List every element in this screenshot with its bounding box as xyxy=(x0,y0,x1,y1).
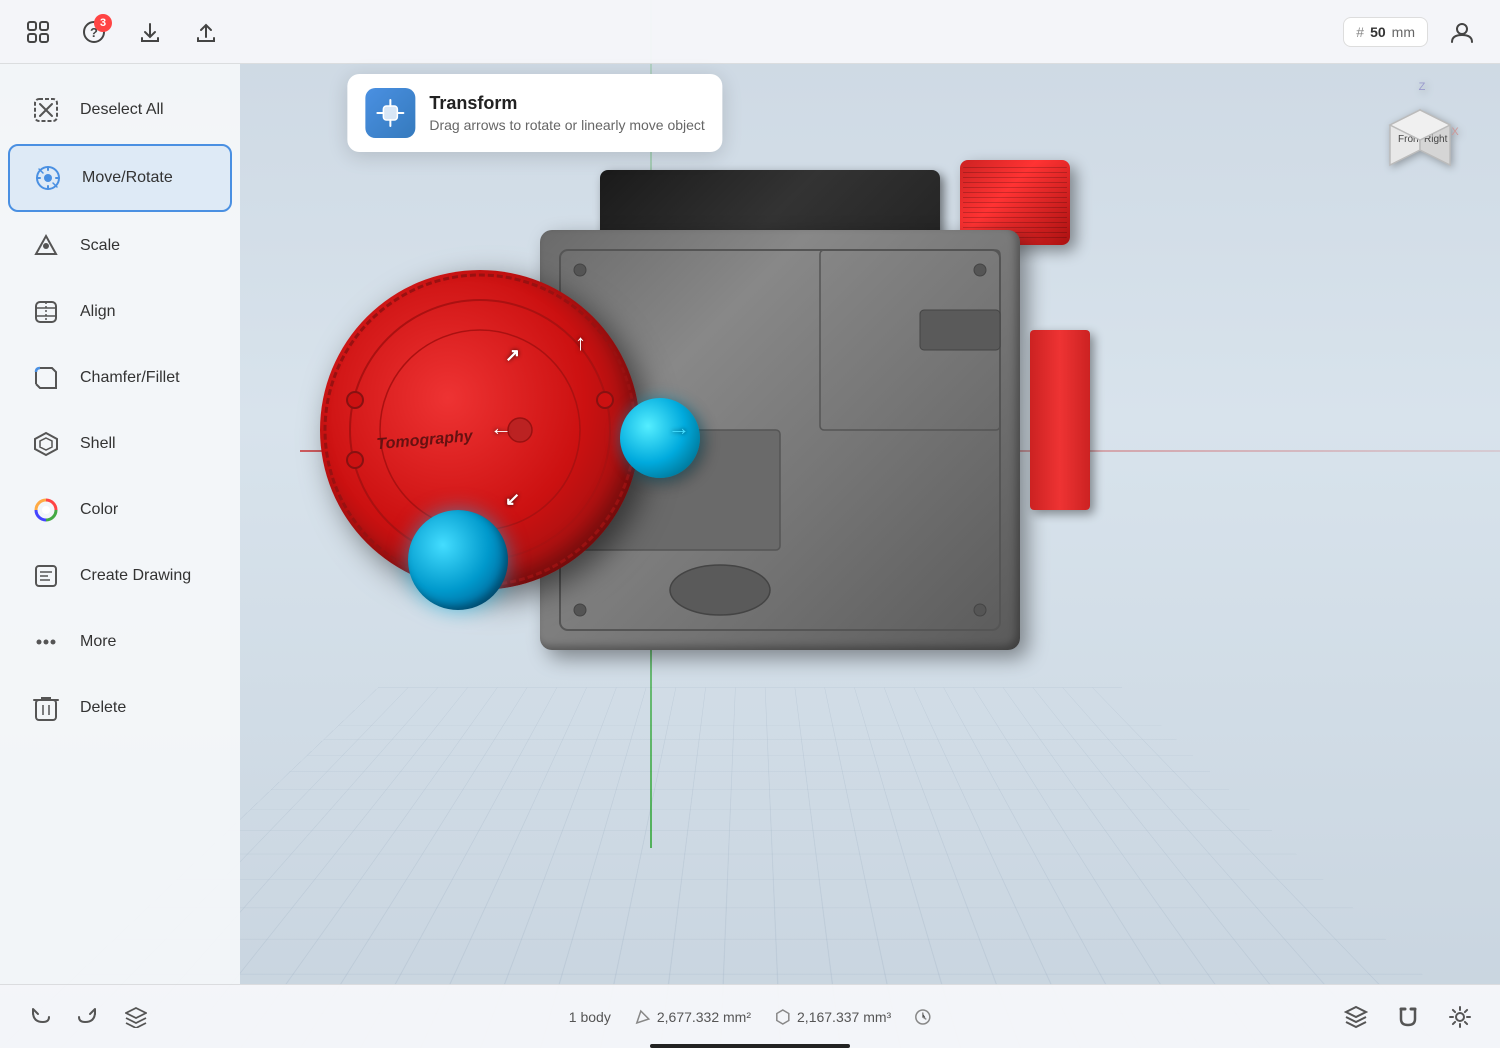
layers-icon xyxy=(125,1006,147,1028)
dimension-display[interactable]: # 50 mm xyxy=(1343,17,1428,47)
volume-icon xyxy=(775,1009,791,1025)
more-icon xyxy=(28,624,64,660)
sidebar-item-create-drawing[interactable]: Create Drawing xyxy=(8,544,232,608)
help-button[interactable]: 3 ? xyxy=(72,10,116,54)
surface-area-icon xyxy=(635,1009,651,1025)
settings-icon xyxy=(1448,1005,1472,1029)
dimension-unit: mm xyxy=(1392,24,1415,40)
scale-icon xyxy=(28,228,64,264)
magnet-button[interactable] xyxy=(1388,997,1428,1037)
grid-button[interactable] xyxy=(16,10,60,54)
magnet-icon xyxy=(1396,1005,1420,1029)
sidebar-label-color: Color xyxy=(80,501,118,519)
camera-model[interactable]: Tomography ↑ ← → ↗ ↙ xyxy=(300,130,1120,830)
surface-area-info: 2,677.332 mm² xyxy=(635,1009,751,1025)
bottom-right-controls xyxy=(1336,997,1480,1037)
download-icon xyxy=(139,21,161,43)
svg-text:X: X xyxy=(1451,126,1459,138)
left-sidebar: Deselect All Move/Rotate Scale xyxy=(0,64,240,984)
body-count-info: 1 body xyxy=(569,1009,611,1025)
notification-badge: 3 xyxy=(94,14,112,32)
sidebar-item-more[interactable]: More xyxy=(8,610,232,674)
surface-area-value: 2,677.332 mm² xyxy=(657,1009,751,1025)
transform-arrows: ↑ ← → ↗ ↙ xyxy=(490,330,690,530)
sidebar-label-deselect-all: Deselect All xyxy=(80,101,164,119)
body-count-label: 1 body xyxy=(569,1009,611,1025)
sidebar-item-align[interactable]: Align xyxy=(8,280,232,344)
bottom-toolbar: 1 body 2,677.332 mm² 2,167.337 mm³ xyxy=(0,984,1500,1048)
dimension-hash: # xyxy=(1356,24,1364,40)
progress-bar xyxy=(650,1044,850,1048)
sidebar-label-align: Align xyxy=(80,303,116,321)
arrow-right-icon: → xyxy=(668,415,690,441)
sidebar-label-move-rotate: Move/Rotate xyxy=(82,169,173,187)
sidebar-label-shell: Shell xyxy=(80,435,116,453)
arrow-downleft-icon: ↙ xyxy=(505,489,520,510)
grid-icon xyxy=(27,21,49,43)
undo-button[interactable] xyxy=(20,997,60,1037)
shell-icon xyxy=(28,426,64,462)
sidebar-label-chamfer-fillet: Chamfer/Fillet xyxy=(80,369,180,387)
svg-text:Z: Z xyxy=(1419,81,1426,93)
sidebar-item-color[interactable]: Color xyxy=(8,478,232,542)
top-toolbar: 3 ? # 50 mm xyxy=(0,0,1500,64)
sidebar-label-delete: Delete xyxy=(80,699,126,717)
scene-button[interactable] xyxy=(1336,997,1376,1037)
sidebar-item-shell[interactable]: Shell xyxy=(8,412,232,476)
undo-icon xyxy=(29,1006,51,1028)
right-red-component xyxy=(1030,330,1090,510)
transform-subtitle: Drag arrows to rotate or linearly move o… xyxy=(429,117,704,133)
sidebar-item-deselect-all[interactable]: Deselect All xyxy=(8,78,232,142)
delete-icon xyxy=(28,690,64,726)
deselect-all-icon xyxy=(28,92,64,128)
clock-info xyxy=(915,1009,931,1025)
sidebar-item-delete[interactable]: Delete xyxy=(8,676,232,740)
scene-icon xyxy=(1344,1005,1368,1029)
user-button[interactable] xyxy=(1440,10,1484,54)
arrow-upleft-icon: ↗ xyxy=(505,345,520,366)
sidebar-item-scale[interactable]: Scale xyxy=(8,214,232,278)
bottom-left-controls xyxy=(20,997,156,1037)
clock-icon xyxy=(915,1009,931,1025)
bottom-center-info: 1 body 2,677.332 mm² 2,167.337 mm³ xyxy=(569,1009,931,1025)
settings-button[interactable] xyxy=(1440,997,1480,1037)
sidebar-label-scale: Scale xyxy=(80,237,120,255)
sidebar-item-move-rotate[interactable]: Move/Rotate xyxy=(8,144,232,212)
view-cube[interactable]: Z X Front Right xyxy=(1380,80,1460,160)
view-cube-svg: Z X Front Right xyxy=(1380,80,1460,175)
transform-tooltip-icon xyxy=(365,88,415,138)
sidebar-label-more: More xyxy=(80,633,116,651)
color-icon xyxy=(28,492,64,528)
volume-value: 2,167.337 mm³ xyxy=(797,1009,891,1025)
dimension-value: 50 xyxy=(1370,24,1386,40)
redo-icon xyxy=(77,1006,99,1028)
user-icon xyxy=(1449,19,1475,45)
sidebar-label-create-drawing: Create Drawing xyxy=(80,567,191,585)
volume-info: 2,167.337 mm³ xyxy=(775,1009,891,1025)
layers-button[interactable] xyxy=(116,997,156,1037)
redo-button[interactable] xyxy=(68,997,108,1037)
toolbar-right: # 50 mm xyxy=(1343,10,1484,54)
sidebar-item-chamfer-fillet[interactable]: Chamfer/Fillet xyxy=(8,346,232,410)
create-drawing-icon xyxy=(28,558,64,594)
chamfer-fillet-icon xyxy=(28,360,64,396)
arrow-up-icon: ↑ xyxy=(575,330,586,356)
transform-title: Transform xyxy=(429,93,704,114)
arrow-left-icon: ← xyxy=(490,415,512,441)
align-icon xyxy=(28,294,64,330)
download-button[interactable] xyxy=(128,10,172,54)
move-rotate-icon xyxy=(30,160,66,196)
transform-tooltip: Transform Drag arrows to rotate or linea… xyxy=(347,74,722,152)
transform-icon xyxy=(375,98,405,128)
upload-button[interactable] xyxy=(184,10,228,54)
upload-icon xyxy=(195,21,217,43)
svg-text:Tomography: Tomography xyxy=(376,428,475,453)
transform-tooltip-text: Transform Drag arrows to rotate or linea… xyxy=(429,93,704,133)
